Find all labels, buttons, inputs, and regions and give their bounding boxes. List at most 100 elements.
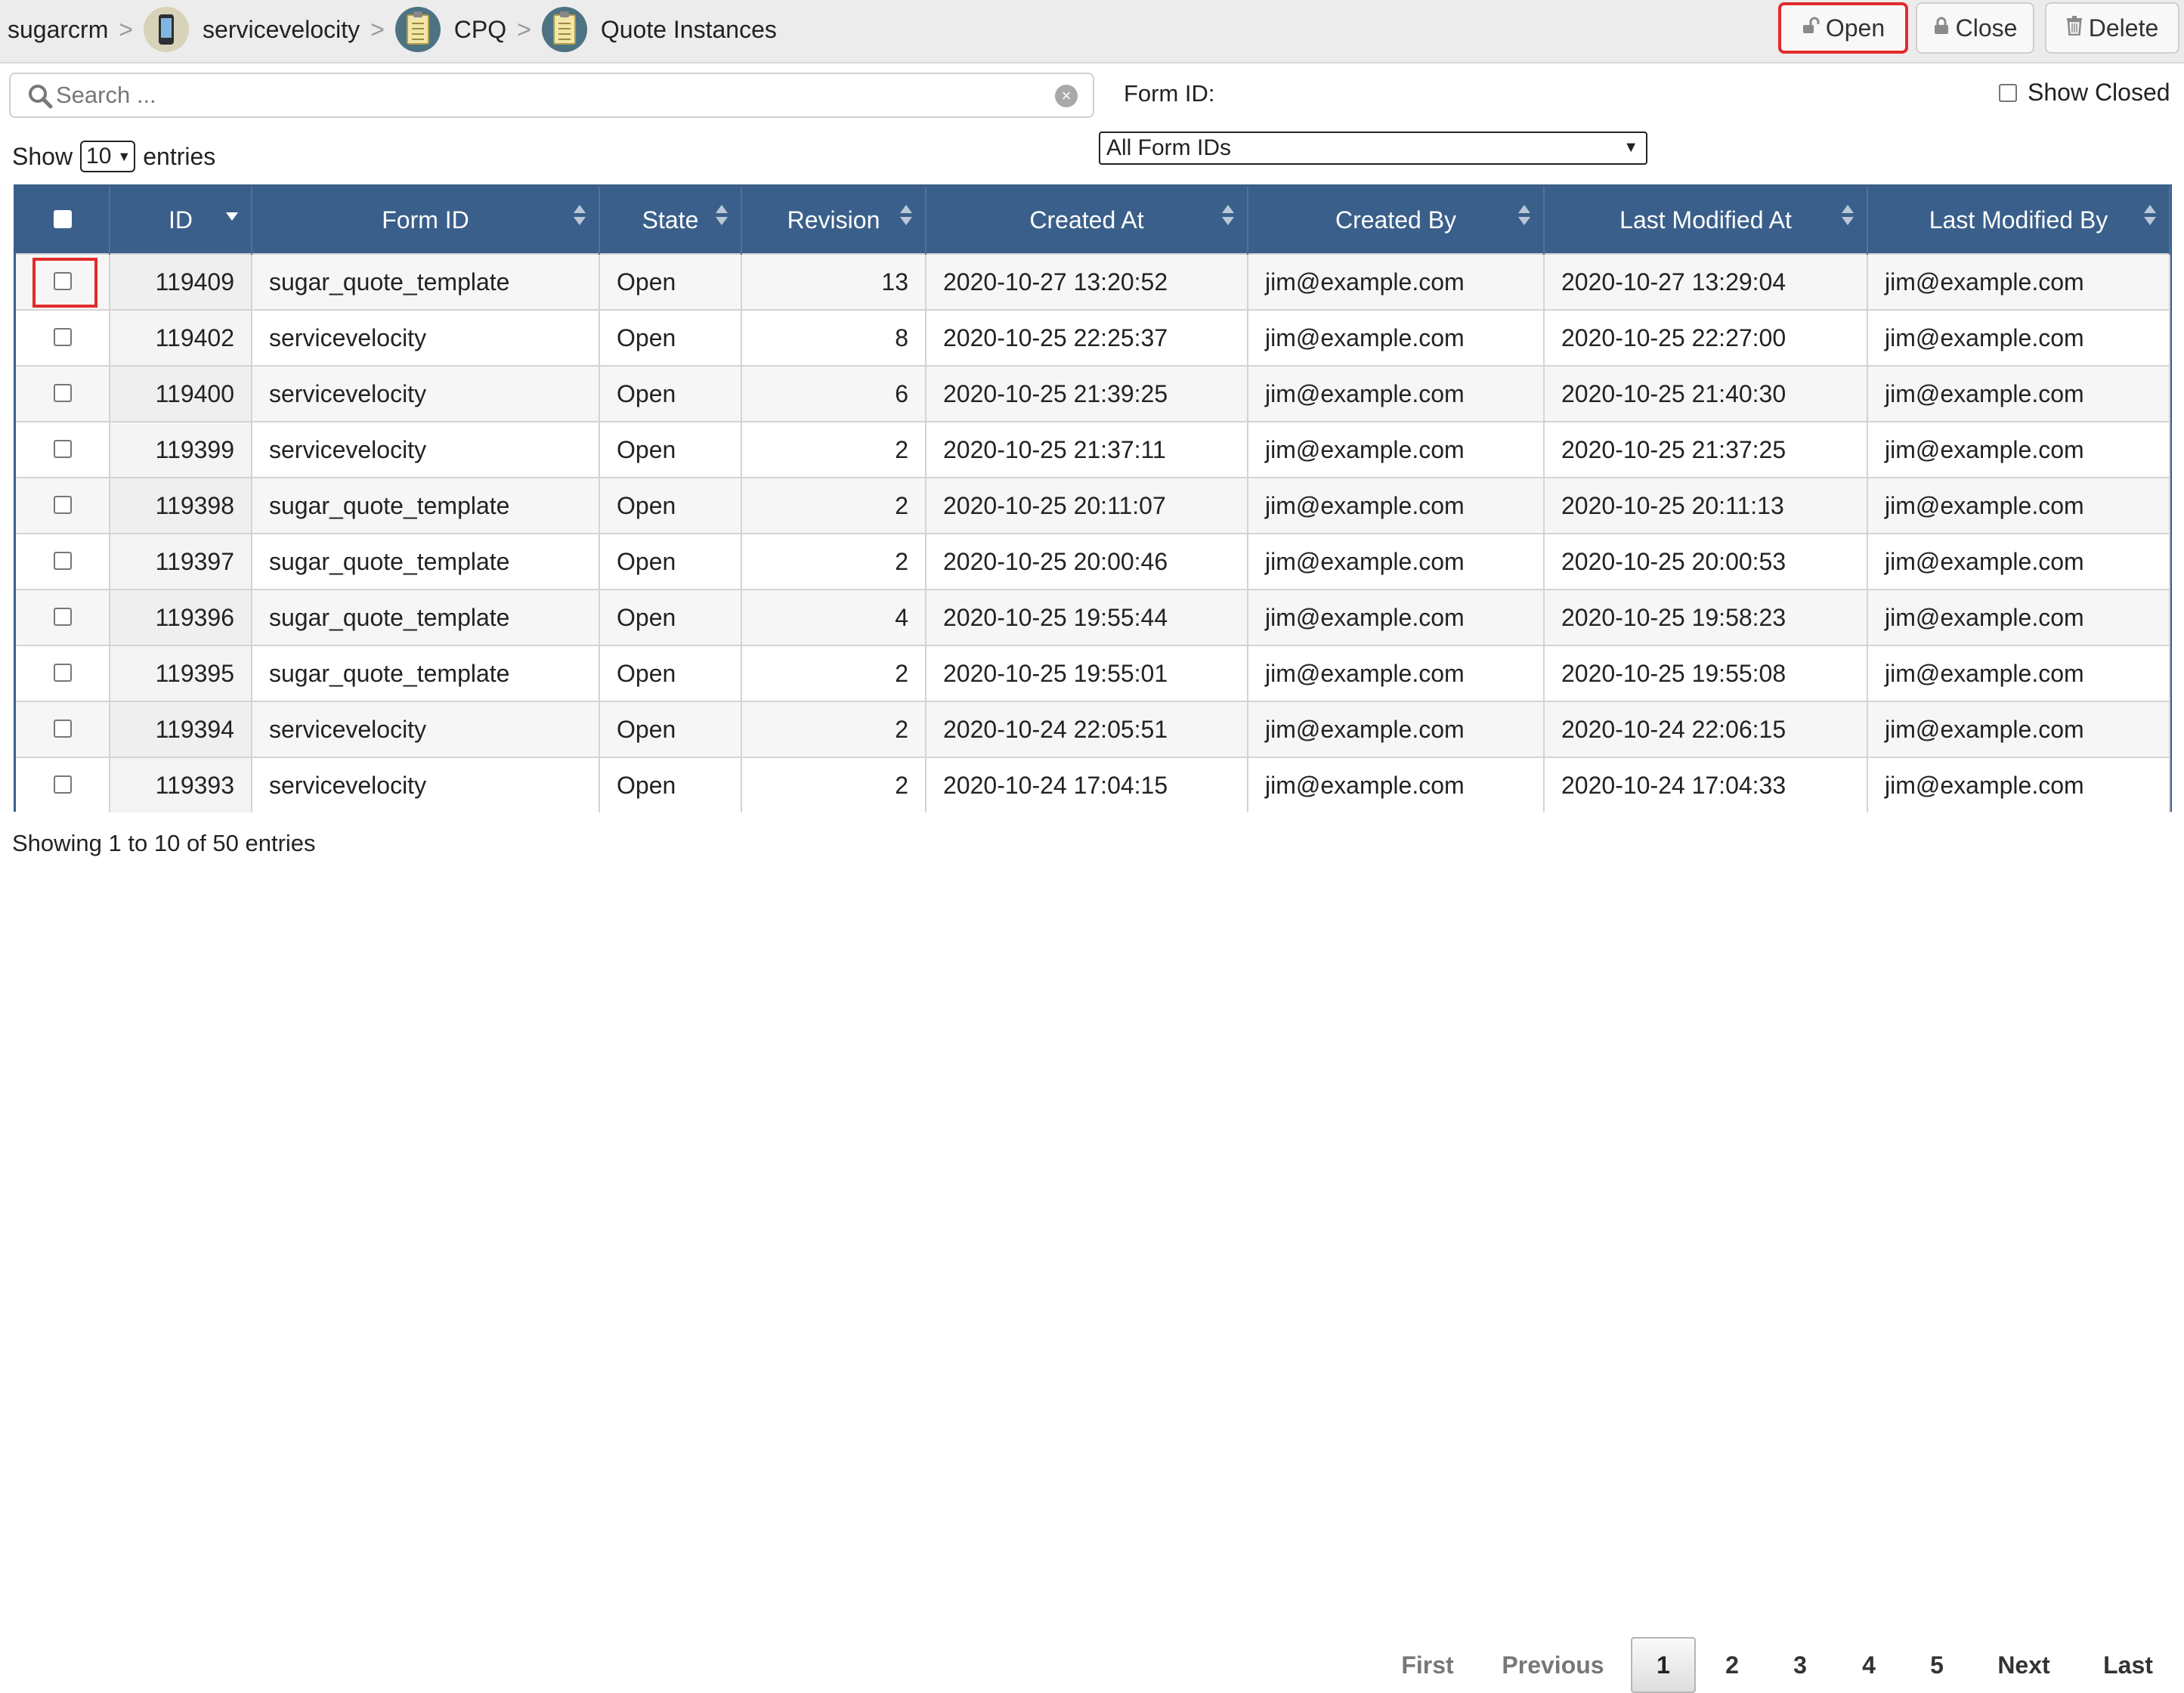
column-header-label: Last Modified At bbox=[1619, 206, 1792, 234]
pagination-previous[interactable]: Previous bbox=[1496, 1637, 1610, 1693]
show-closed-toggle[interactable]: Show Closed bbox=[1999, 79, 2170, 107]
table-row[interactable]: 119400 servicevelocity Open 6 2020-10-25 21:… bbox=[16, 365, 2170, 422]
cell-id: 119399 bbox=[110, 421, 252, 478]
column-header-label: Revision bbox=[787, 206, 880, 234]
column-header-last-modified-by[interactable]: Last Modified By bbox=[1867, 187, 2170, 254]
table-row[interactable]: 119395 sugar_quote_template Open 2 2020-10-2… bbox=[16, 645, 2170, 701]
cell-state: Open bbox=[599, 533, 742, 590]
row-select-checkbox[interactable] bbox=[53, 551, 72, 570]
row-select-checkbox[interactable] bbox=[53, 607, 72, 626]
form-id-select[interactable]: All Form IDs ▼ bbox=[1099, 132, 1647, 165]
table-row[interactable]: 119393 servicevelocity Open 2 2020-10-24 17:… bbox=[16, 757, 2170, 812]
cell-created-by: jim@example.com bbox=[1248, 645, 1545, 701]
sort-icon bbox=[1841, 205, 1855, 232]
pagination-next[interactable]: Next bbox=[1986, 1637, 2062, 1693]
cell-created-by: jim@example.com bbox=[1248, 757, 1545, 812]
cell-revision: 2 bbox=[741, 533, 926, 590]
search-input[interactable]: Search ... × bbox=[9, 73, 1094, 118]
phone-icon bbox=[144, 7, 190, 52]
cell-revision: 2 bbox=[741, 757, 926, 812]
cell-last-modified-at: 2020-10-24 22:06:15 bbox=[1544, 701, 1868, 757]
clear-search-icon[interactable]: × bbox=[1055, 85, 1078, 107]
clipboard-icon bbox=[394, 7, 441, 52]
column-header-last-modified-at[interactable]: Last Modified At bbox=[1544, 187, 1868, 254]
cell-created-at: 2020-10-25 21:37:11 bbox=[926, 421, 1248, 478]
column-header-state[interactable]: State bbox=[599, 187, 742, 254]
cell-created-at: 2020-10-27 13:20:52 bbox=[926, 253, 1248, 310]
table-row[interactable]: 119399 servicevelocity Open 2 2020-10-25 21:… bbox=[16, 421, 2170, 478]
table-row[interactable]: 119396 sugar_quote_template Open 4 2020-10-2… bbox=[16, 589, 2170, 645]
close-button[interactable]: Close bbox=[1916, 2, 2034, 54]
row-select-checkbox[interactable] bbox=[53, 327, 72, 346]
cell-created-at: 2020-10-25 20:11:07 bbox=[926, 477, 1248, 534]
row-select-checkbox[interactable] bbox=[53, 775, 72, 794]
row-select-cell bbox=[16, 533, 110, 590]
column-header-label: Created By bbox=[1335, 206, 1457, 234]
row-select-cell bbox=[16, 701, 110, 757]
breadcrumb-item-quote-instances[interactable]: Quote Instances bbox=[601, 16, 777, 44]
row-select-checkbox[interactable] bbox=[53, 383, 72, 402]
pagination-page-3[interactable]: 3 bbox=[1777, 1637, 1823, 1693]
quote-instances-table: ID Form ID State Revision Created At Cre… bbox=[14, 184, 2172, 812]
search-placeholder: Search ... bbox=[56, 82, 156, 108]
table-info: Showing 1 to 10 of 50 entries bbox=[12, 830, 316, 856]
cell-id: 119400 bbox=[110, 365, 252, 422]
delete-button[interactable]: Delete bbox=[2045, 2, 2179, 54]
cell-id: 119394 bbox=[110, 701, 252, 757]
table-row[interactable]: 119398 sugar_quote_template Open 2 2020-10-2… bbox=[16, 477, 2170, 534]
top-bar: sugarcrm > servicevelocity > CPQ > Quote… bbox=[0, 0, 2184, 63]
row-select-checkbox[interactable] bbox=[53, 439, 72, 458]
cell-state: Open bbox=[599, 309, 742, 366]
row-select-checkbox[interactable] bbox=[53, 271, 72, 290]
breadcrumb-item-sugarcrm[interactable]: sugarcrm bbox=[8, 16, 108, 44]
cell-state: Open bbox=[599, 645, 742, 701]
cell-id: 119395 bbox=[110, 645, 252, 701]
sort-desc-icon bbox=[225, 205, 239, 232]
breadcrumb-item-servicevelocity[interactable]: servicevelocity bbox=[203, 16, 360, 44]
column-header-revision[interactable]: Revision bbox=[741, 187, 926, 254]
table-row[interactable]: 119394 servicevelocity Open 2 2020-10-24 22:… bbox=[16, 701, 2170, 757]
column-header-created-by[interactable]: Created By bbox=[1248, 187, 1545, 254]
breadcrumb-separator: > bbox=[517, 15, 531, 43]
table-row[interactable]: 119402 servicevelocity Open 8 2020-10-25 22:… bbox=[16, 309, 2170, 366]
row-select-cell bbox=[16, 253, 110, 310]
pagination-page-1[interactable]: 1 bbox=[1631, 1637, 1696, 1693]
entries-per-page-select[interactable]: 10 ▼ bbox=[80, 141, 136, 172]
cell-form-id: sugar_quote_template bbox=[252, 589, 600, 645]
cell-revision: 8 bbox=[741, 309, 926, 366]
cell-state: Open bbox=[599, 477, 742, 534]
cell-form-id: servicevelocity bbox=[252, 701, 600, 757]
column-header-created-at[interactable]: Created At bbox=[926, 187, 1248, 254]
cell-id: 119393 bbox=[110, 757, 252, 812]
sort-icon bbox=[573, 205, 586, 232]
cell-last-modified-at: 2020-10-25 21:37:25 bbox=[1544, 421, 1868, 478]
show-closed-checkbox[interactable] bbox=[1999, 83, 2017, 102]
select-all-checkbox[interactable] bbox=[53, 209, 72, 228]
pagination-page-5[interactable]: 5 bbox=[1914, 1637, 1960, 1693]
row-select-checkbox[interactable] bbox=[53, 663, 72, 682]
table-row[interactable]: 119409 sugar_quote_template Open 13 2020-10-… bbox=[16, 253, 2170, 310]
row-select-checkbox[interactable] bbox=[53, 719, 72, 738]
table-row[interactable]: 119397 sugar_quote_template Open 2 2020-10-2… bbox=[16, 533, 2170, 590]
row-select-checkbox[interactable] bbox=[53, 495, 72, 514]
column-header-form-id[interactable]: Form ID bbox=[252, 187, 600, 254]
cell-created-at: 2020-10-25 22:25:37 bbox=[926, 309, 1248, 366]
open-button[interactable]: Open bbox=[1778, 2, 1908, 54]
pagination-first[interactable]: First bbox=[1386, 1637, 1469, 1693]
sort-icon bbox=[1221, 205, 1235, 232]
pagination-last[interactable]: Last bbox=[2090, 1637, 2166, 1693]
cell-created-by: jim@example.com bbox=[1248, 421, 1545, 478]
cell-last-modified-by: jim@example.com bbox=[1867, 421, 2170, 478]
cell-form-id: sugar_quote_template bbox=[252, 253, 600, 310]
breadcrumb-item-cpq[interactable]: CPQ bbox=[454, 16, 506, 44]
table-header-row: ID Form ID State Revision Created At Cre… bbox=[16, 187, 2170, 254]
cell-created-at: 2020-10-25 19:55:44 bbox=[926, 589, 1248, 645]
cell-revision: 13 bbox=[741, 253, 926, 310]
pagination-page-2[interactable]: 2 bbox=[1709, 1637, 1755, 1693]
cell-created-by: jim@example.com bbox=[1248, 701, 1545, 757]
pagination-page-4[interactable]: 4 bbox=[1846, 1637, 1892, 1693]
cell-last-modified-at: 2020-10-27 13:29:04 bbox=[1544, 253, 1868, 310]
sort-icon bbox=[1517, 205, 1531, 232]
column-header-id[interactable]: ID bbox=[110, 187, 252, 254]
cell-last-modified-at: 2020-10-25 20:11:13 bbox=[1544, 477, 1868, 534]
